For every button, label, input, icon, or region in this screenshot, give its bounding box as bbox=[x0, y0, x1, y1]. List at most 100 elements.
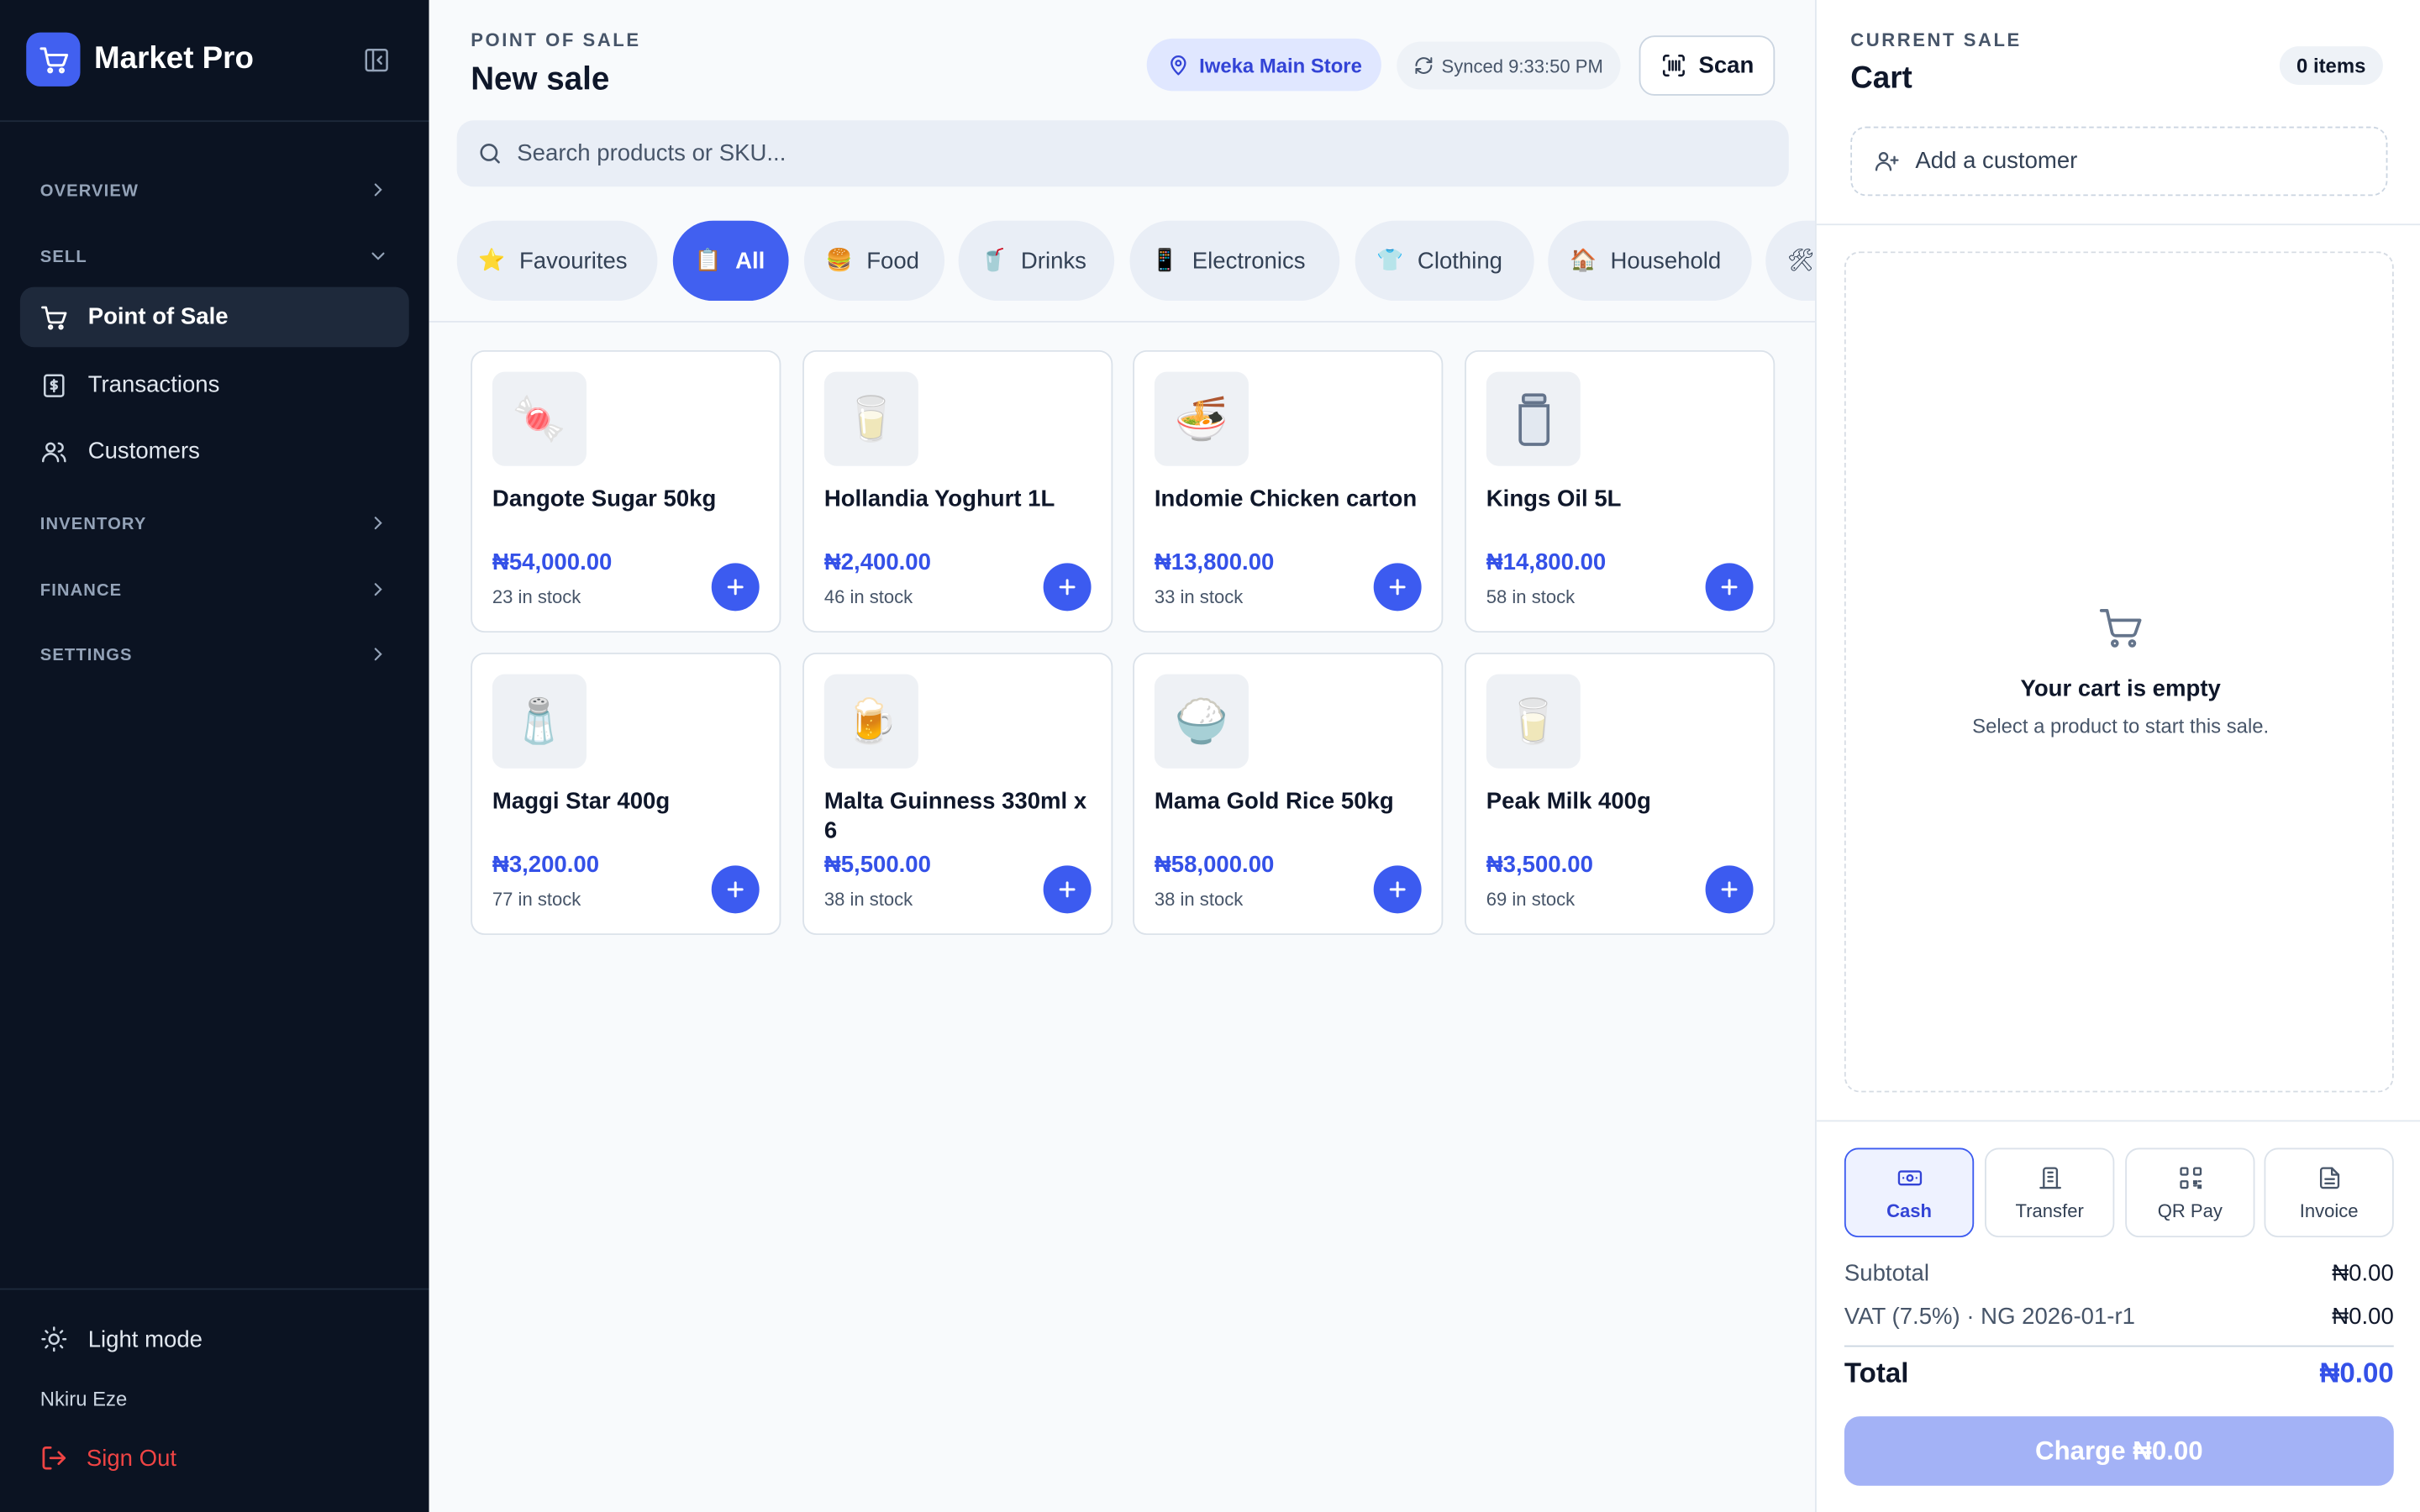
subtotal-label: Subtotal bbox=[1844, 1260, 1930, 1287]
rice-bowl-icon: 🍚 bbox=[1154, 674, 1249, 769]
category-favourites[interactable]: ⭐ Favourites bbox=[456, 220, 658, 302]
category-tabs: ⭐ Favourites 📋 All 🍔 Food 🥤 Drinks 📱 Ele… bbox=[456, 220, 1816, 302]
app-name: Market Pro bbox=[94, 41, 254, 76]
search-input[interactable] bbox=[517, 140, 1721, 167]
product-card[interactable]: Kings Oil 5L ₦14,800.00 58 in stock bbox=[1465, 349, 1776, 633]
store-selector[interactable]: Iweka Main Store bbox=[1146, 38, 1382, 92]
add-to-cart-button[interactable] bbox=[1705, 865, 1754, 914]
payment-method-label: QR Pay bbox=[2157, 1200, 2223, 1221]
product-card[interactable]: 🍬 Dangote Sugar 50kg ₦54,000.00 23 in st… bbox=[471, 349, 781, 633]
page-title: New sale bbox=[471, 61, 610, 97]
sign-out-button[interactable]: Sign Out bbox=[40, 1444, 176, 1472]
nav-section-inventory[interactable]: INVENTORY bbox=[40, 509, 389, 540]
scan-button[interactable]: Scan bbox=[1639, 35, 1776, 96]
total-label: Total bbox=[1844, 1357, 1909, 1389]
sidebar-item-transactions[interactable]: Transactions bbox=[20, 354, 409, 415]
user-name: Nkiru Eze bbox=[39, 1387, 128, 1410]
add-to-cart-button[interactable] bbox=[1373, 865, 1422, 914]
product-card[interactable]: 🍺 Malta Guinness 330ml x 6 ₦5,500.00 38 … bbox=[802, 652, 1113, 936]
product-stock: 38 in stock bbox=[1154, 888, 1244, 911]
payment-method-qr-pay[interactable]: QR Pay bbox=[2125, 1147, 2255, 1238]
category-clothing[interactable]: 👕 Clothing bbox=[1355, 220, 1534, 302]
add-to-cart-button[interactable] bbox=[1373, 563, 1422, 612]
category-all[interactable]: 📋 All bbox=[672, 220, 789, 302]
vat-label: VAT (7.5%) · NG 2026-01-r1 bbox=[1844, 1304, 2135, 1331]
category-label: Food bbox=[866, 247, 920, 275]
sidebar-item-point-of-sale[interactable]: Point of Sale bbox=[19, 286, 409, 348]
add-customer-button[interactable]: Add a customer bbox=[1850, 126, 2388, 197]
milk-glass-icon: 🥛 bbox=[823, 371, 918, 466]
plus-icon bbox=[1059, 579, 1076, 596]
product-card[interactable]: 🥛 Peak Milk 400g ₦3,500.00 69 in stock bbox=[1465, 652, 1776, 936]
light-mode-toggle[interactable]: Light mode bbox=[40, 1326, 203, 1353]
add-to-cart-button[interactable] bbox=[711, 563, 760, 612]
sidebar-item-label: Customers bbox=[87, 438, 200, 465]
add-to-cart-button[interactable] bbox=[711, 865, 760, 914]
cart-eyebrow: CURRENT SALE bbox=[1850, 29, 2022, 51]
nav-section-label: INVENTORY bbox=[39, 515, 147, 534]
product-price: ₦14,800.00 bbox=[1486, 549, 1607, 576]
divider bbox=[1844, 1345, 2394, 1347]
add-to-cart-button[interactable] bbox=[1705, 563, 1754, 612]
category-label: Favourites bbox=[518, 247, 628, 275]
chevron-down-icon bbox=[367, 244, 389, 270]
product-name: Peak Milk 400g bbox=[1486, 788, 1651, 815]
add-to-cart-button[interactable] bbox=[1043, 563, 1092, 612]
payment-method-invoice[interactable]: Invoice bbox=[2264, 1147, 2394, 1238]
payment-method-label: Cash bbox=[1886, 1200, 1932, 1221]
salt-shaker-icon: 🧂 bbox=[492, 674, 587, 769]
product-stock: 58 in stock bbox=[1486, 585, 1576, 608]
category-drinks[interactable]: 🥤 Drinks bbox=[958, 220, 1115, 302]
payment-method-label: Transfer bbox=[2015, 1200, 2084, 1221]
vat-row: VAT (7.5%) · NG 2026-01-r1 ₦0.00 bbox=[1844, 1304, 2394, 1330]
product-stock: 38 in stock bbox=[823, 888, 913, 911]
product-stock: 23 in stock bbox=[492, 585, 581, 608]
product-card[interactable]: 🍜 Indomie Chicken carton ₦13,800.00 33 i… bbox=[1133, 349, 1444, 633]
plus-icon bbox=[1389, 881, 1406, 898]
product-card[interactable]: 🧂 Maggi Star 400g ₦3,200.00 77 in stock bbox=[471, 652, 781, 936]
category-electronics[interactable]: 📱 Electronics bbox=[1129, 220, 1340, 302]
nav-section-settings[interactable]: SETTINGS bbox=[40, 640, 389, 671]
nav-section-label: FINANCE bbox=[39, 581, 123, 601]
product-card[interactable]: 🥛 Hollandia Yoghurt 1L ₦2,400.00 46 in s… bbox=[802, 349, 1113, 633]
product-price: ₦13,800.00 bbox=[1154, 549, 1275, 576]
category-tools[interactable]: 🛠 bbox=[1765, 220, 1816, 302]
category-label: Electronics bbox=[1192, 247, 1306, 275]
beer-mug-icon: 🍺 bbox=[823, 674, 918, 769]
charge-button[interactable]: Charge ₦0.00 bbox=[1844, 1416, 2394, 1486]
sync-status[interactable]: Synced 9:33:50 PM bbox=[1397, 41, 1621, 90]
nav-section-finance[interactable]: FINANCE bbox=[40, 575, 389, 606]
payment-method-transfer[interactable]: Transfer bbox=[1985, 1147, 2115, 1238]
category-label: Clothing bbox=[1417, 247, 1503, 275]
payment-method-cash[interactable]: Cash bbox=[1844, 1147, 1975, 1238]
add-customer-label: Add a customer bbox=[1915, 148, 2078, 175]
product-card[interactable]: 🍚 Mama Gold Rice 50kg ₦58,000.00 38 in s… bbox=[1133, 652, 1444, 936]
cart-logo-icon bbox=[26, 32, 81, 87]
collapse-sidebar-icon[interactable] bbox=[363, 46, 391, 74]
divider bbox=[1816, 223, 2420, 226]
sidebar-footer: Light mode Nkiru Eze Sign Out bbox=[0, 1288, 429, 1512]
candy-icon: 🍬 bbox=[492, 371, 587, 466]
items-count-badge: 0 items bbox=[2279, 46, 2383, 86]
chevron-right-icon bbox=[367, 178, 389, 204]
category-label: Drinks bbox=[1020, 247, 1086, 275]
milk-glass-icon: 🥛 bbox=[1486, 674, 1581, 769]
nav-section-sell[interactable]: SELL bbox=[40, 242, 389, 273]
product-stock: 46 in stock bbox=[823, 585, 913, 608]
product-name: Kings Oil 5L bbox=[1486, 486, 1622, 512]
sidebar-item-customers[interactable]: Customers bbox=[20, 421, 409, 481]
nav-section-overview[interactable]: OVERVIEW bbox=[40, 176, 389, 207]
total-row: Total ₦0.00 bbox=[1844, 1357, 2394, 1390]
page-eyebrow: POINT OF SALE bbox=[471, 29, 641, 51]
logout-icon bbox=[40, 1444, 68, 1472]
vat-value: ₦0.00 bbox=[2332, 1304, 2394, 1331]
clipboard-icon: 📋 bbox=[694, 248, 722, 274]
users-icon bbox=[40, 438, 68, 465]
sync-text: Synced 9:33:50 PM bbox=[1441, 55, 1603, 76]
bank-icon bbox=[2037, 1164, 2063, 1190]
add-to-cart-button[interactable] bbox=[1043, 865, 1092, 914]
category-household[interactable]: 🏠 Household bbox=[1548, 220, 1752, 302]
nav-section-label: OVERVIEW bbox=[39, 181, 139, 201]
document-icon bbox=[2316, 1164, 2342, 1190]
category-food[interactable]: 🍔 Food bbox=[803, 220, 945, 302]
